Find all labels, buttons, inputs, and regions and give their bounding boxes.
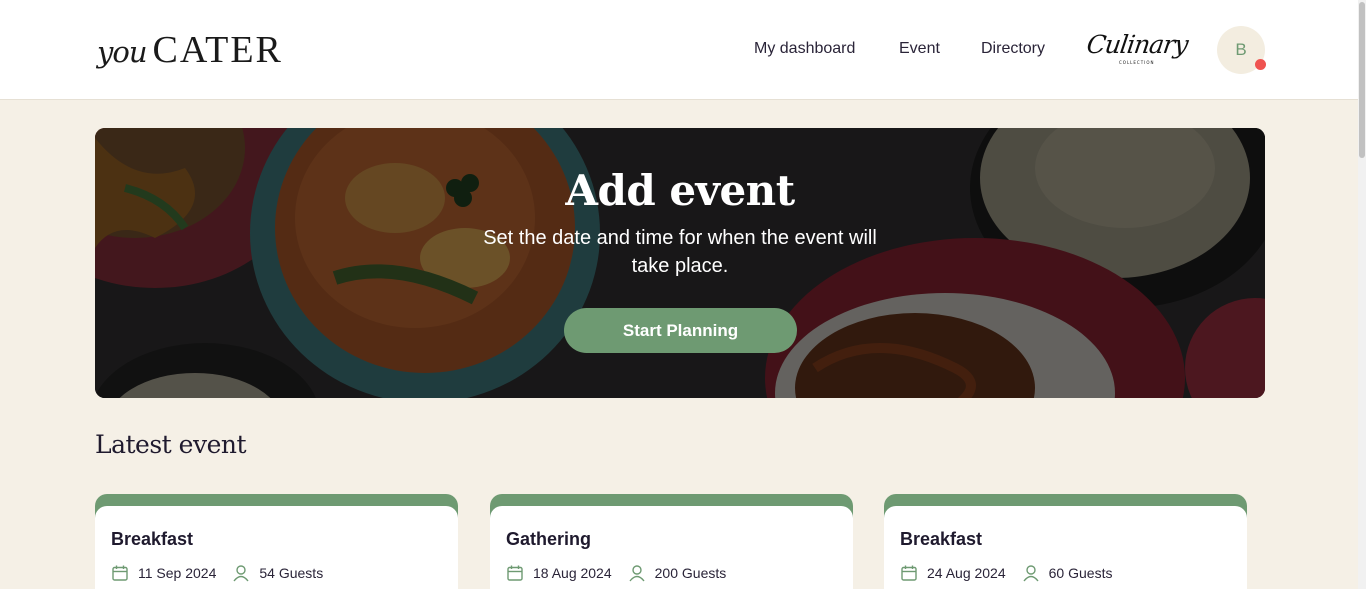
culinary-logo-text: Culinary <box>1084 30 1190 59</box>
nav-event[interactable]: Event <box>899 40 940 58</box>
user-icon <box>629 565 645 582</box>
calendar-icon <box>112 565 128 581</box>
nav-directory[interactable]: Directory <box>981 40 1045 58</box>
start-planning-button[interactable]: Start Planning <box>564 308 797 353</box>
notification-dot <box>1255 59 1266 70</box>
event-title: Breakfast <box>900 529 983 549</box>
youcater-logo[interactable]: you CATER <box>97 28 283 72</box>
event-meta: 24 Aug 2024 60 Guests <box>900 564 1112 582</box>
event-title: Breakfast <box>111 529 194 549</box>
logo-cater-text: CATER <box>152 29 283 71</box>
event-guests: 200 Guests <box>654 565 727 581</box>
logo-you-text: you <box>97 35 148 69</box>
hero-title: Add event <box>565 166 795 215</box>
user-icon <box>233 565 249 582</box>
culinary-collection-logo[interactable]: Culinary COLLECTION <box>1085 30 1189 68</box>
avatar-initial: B <box>1235 40 1247 59</box>
event-date: 18 Aug 2024 <box>533 565 612 581</box>
event-card-body: Breakfast 11 Sep 2024 54 Guests <box>95 506 458 589</box>
page-scrollbar-thumb[interactable] <box>1359 2 1365 158</box>
top-header: you CATER My dashboard Event Directory C… <box>0 0 1358 100</box>
event-guests: 60 Guests <box>1048 565 1113 581</box>
event-meta: 18 Aug 2024 200 Guests <box>506 564 726 582</box>
event-title: Gathering <box>506 529 592 549</box>
nav-my-dashboard[interactable]: My dashboard <box>754 40 855 58</box>
add-event-banner: Add event Set the date and time for when… <box>95 128 1265 398</box>
event-date: 11 Sep 2024 <box>138 565 217 581</box>
event-date: 24 Aug 2024 <box>927 565 1006 581</box>
user-icon <box>1023 565 1039 582</box>
event-card[interactable]: Breakfast 11 Sep 2024 54 Guests <box>95 494 458 589</box>
event-meta: 11 Sep 2024 54 Guests <box>111 564 323 582</box>
culinary-logo-subtext: COLLECTION <box>1119 60 1155 65</box>
event-card-body: Breakfast 24 Aug 2024 60 Guests <box>884 506 1247 589</box>
calendar-icon <box>507 565 523 581</box>
hero-subtitle: Set the date and time for when the event… <box>483 227 877 277</box>
latest-event-heading: Latest event <box>95 430 247 459</box>
calendar-icon <box>901 565 917 581</box>
event-card-body: Gathering 18 Aug 2024 200 Guests <box>490 506 853 589</box>
event-guests: 54 Guests <box>259 565 324 581</box>
event-card[interactable]: Gathering 18 Aug 2024 200 Guests <box>490 494 853 589</box>
event-card[interactable]: Breakfast 24 Aug 2024 60 Guests <box>884 494 1247 589</box>
